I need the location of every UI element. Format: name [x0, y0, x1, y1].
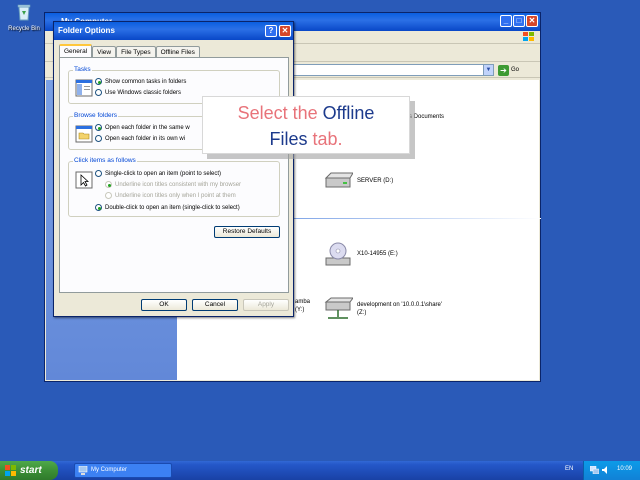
group-title: Click items as follows — [73, 157, 137, 164]
apply-button[interactable]: Apply — [243, 299, 289, 311]
dialog-titlebar[interactable]: Folder Options — [54, 22, 293, 40]
language-indicator[interactable]: EN — [565, 466, 573, 472]
radio-button[interactable] — [105, 192, 112, 199]
option-label: Double-click to open an item (single-cli… — [105, 204, 240, 211]
clock[interactable]: 10:09 — [617, 466, 632, 472]
taskbar-item-label: My Computer — [91, 467, 128, 473]
option-label: Open each folder in its own wi — [105, 135, 186, 142]
start-label: start — [20, 465, 42, 476]
drive-e[interactable]: X10-14955 (E:) — [323, 240, 398, 268]
drive-y[interactable]: amba (Y:) — [295, 298, 310, 314]
radio-button[interactable] — [95, 135, 102, 142]
group-divider — [281, 218, 541, 219]
drive-d[interactable]: SERVER (D:) — [323, 170, 393, 192]
help-button[interactable]: ? — [265, 25, 277, 37]
close-button[interactable]: ✕ — [526, 15, 538, 27]
drive-label: development on '10.0.0.1\share' (Z:) — [357, 302, 443, 316]
radio-button[interactable] — [105, 181, 112, 188]
go-button[interactable]: ➔ Go — [498, 64, 532, 76]
callout-text-2: Offline — [322, 103, 375, 123]
pointer-click-icon — [75, 171, 93, 189]
radio-button[interactable] — [95, 170, 102, 177]
option-label: Underline icon titles only when I point … — [115, 192, 236, 199]
radio-classic-folders[interactable]: Use Windows classic folders — [95, 89, 181, 96]
radio-same-window[interactable]: Open each folder in the same w — [95, 124, 190, 131]
option-label: Open each folder in the same w — [105, 124, 190, 131]
dialog-close-button[interactable]: ✕ — [279, 25, 291, 37]
cancel-button[interactable]: Cancel — [192, 299, 238, 311]
drive-label: X10-14955 (E:) — [357, 251, 398, 257]
radio-own-window[interactable]: Open each folder in its own wi — [95, 135, 185, 142]
radio-button[interactable] — [95, 78, 102, 85]
folder-options-dialog: Folder Options ? ✕ General View File Typ… — [53, 21, 294, 317]
desktop-icon-label: Recycle Bin — [8, 26, 40, 32]
radio-underline-browser[interactable]: Underline icon titles consistent with my… — [105, 181, 241, 188]
drive-label: s Documents — [409, 114, 445, 120]
callout-text-3: Files — [269, 129, 308, 149]
drive-z[interactable]: development on '10.0.0.1\share' (Z:) — [323, 296, 442, 322]
radio-single-click[interactable]: Single-click to open an item (point to s… — [95, 170, 221, 177]
network-tray-icon[interactable] — [590, 466, 599, 474]
instruction-callout: Select the Offline Files tab. — [202, 96, 410, 154]
option-label: Use Windows classic folders — [105, 89, 182, 96]
cd-drive-icon — [325, 242, 351, 266]
desktop-recycle-bin[interactable]: Recycle Bin — [4, 2, 44, 32]
callout-text-4: tab. — [307, 129, 343, 149]
drive-documents[interactable]: s Documents — [409, 114, 444, 120]
option-label: Underline icon titles consistent with my… — [115, 181, 242, 188]
taskbar-item-my-computer[interactable]: My Computer — [74, 463, 172, 478]
restore-defaults-button[interactable]: Restore Defaults — [214, 226, 280, 238]
speaker-icon[interactable] — [601, 466, 610, 474]
click-items-group: Click items as follows Single-click to o… — [68, 157, 280, 217]
radio-double-click[interactable]: Double-click to open an item (single-cli… — [95, 204, 240, 211]
windows-flag-icon — [5, 465, 16, 476]
drive-label: amba (Y:) — [295, 299, 311, 313]
radio-button[interactable] — [95, 124, 102, 131]
system-tray: 10:09 — [583, 461, 640, 480]
radio-button[interactable] — [95, 204, 102, 211]
windows-logo-icon — [523, 32, 534, 41]
group-title: Tasks — [73, 66, 92, 73]
callout-text-1: Select the — [237, 103, 323, 123]
maximize-button[interactable]: □ — [513, 15, 525, 27]
dialog-title: Folder Options — [58, 26, 115, 35]
radio-underline-point[interactable]: Underline icon titles only when I point … — [105, 192, 236, 199]
ok-button[interactable]: OK — [141, 299, 187, 311]
browse-preview-icon — [75, 125, 93, 143]
radio-button[interactable] — [95, 89, 102, 96]
option-label: Single-click to open an item (point to s… — [105, 170, 222, 177]
option-label: Show common tasks in folders — [105, 78, 187, 85]
go-arrow-icon: ➔ — [498, 64, 509, 76]
start-button[interactable]: start — [0, 461, 58, 480]
recycle-bin-icon — [17, 4, 31, 21]
go-label: Go — [511, 67, 520, 73]
radio-show-common-tasks[interactable]: Show common tasks in folders — [95, 78, 186, 85]
group-title: Browse folders — [73, 112, 118, 119]
drive-label: SERVER (D:) — [357, 178, 394, 184]
taskbar: start My Computer EN 10:09 — [0, 461, 640, 480]
tab-general[interactable]: General — [59, 44, 93, 58]
chevron-down-icon[interactable]: ▼ — [483, 65, 493, 75]
computer-icon — [78, 466, 88, 475]
minimize-button[interactable]: _ — [500, 15, 512, 27]
tab-strip: General View File Types Offline Files — [59, 44, 200, 58]
network-drive-icon — [324, 297, 353, 319]
hard-drive-icon — [324, 172, 353, 188]
tasks-preview-icon — [75, 79, 93, 97]
address-input[interactable]: ▼ — [293, 64, 494, 76]
general-tab-panel: Tasks Show common tasks in folders Use W… — [59, 57, 289, 293]
